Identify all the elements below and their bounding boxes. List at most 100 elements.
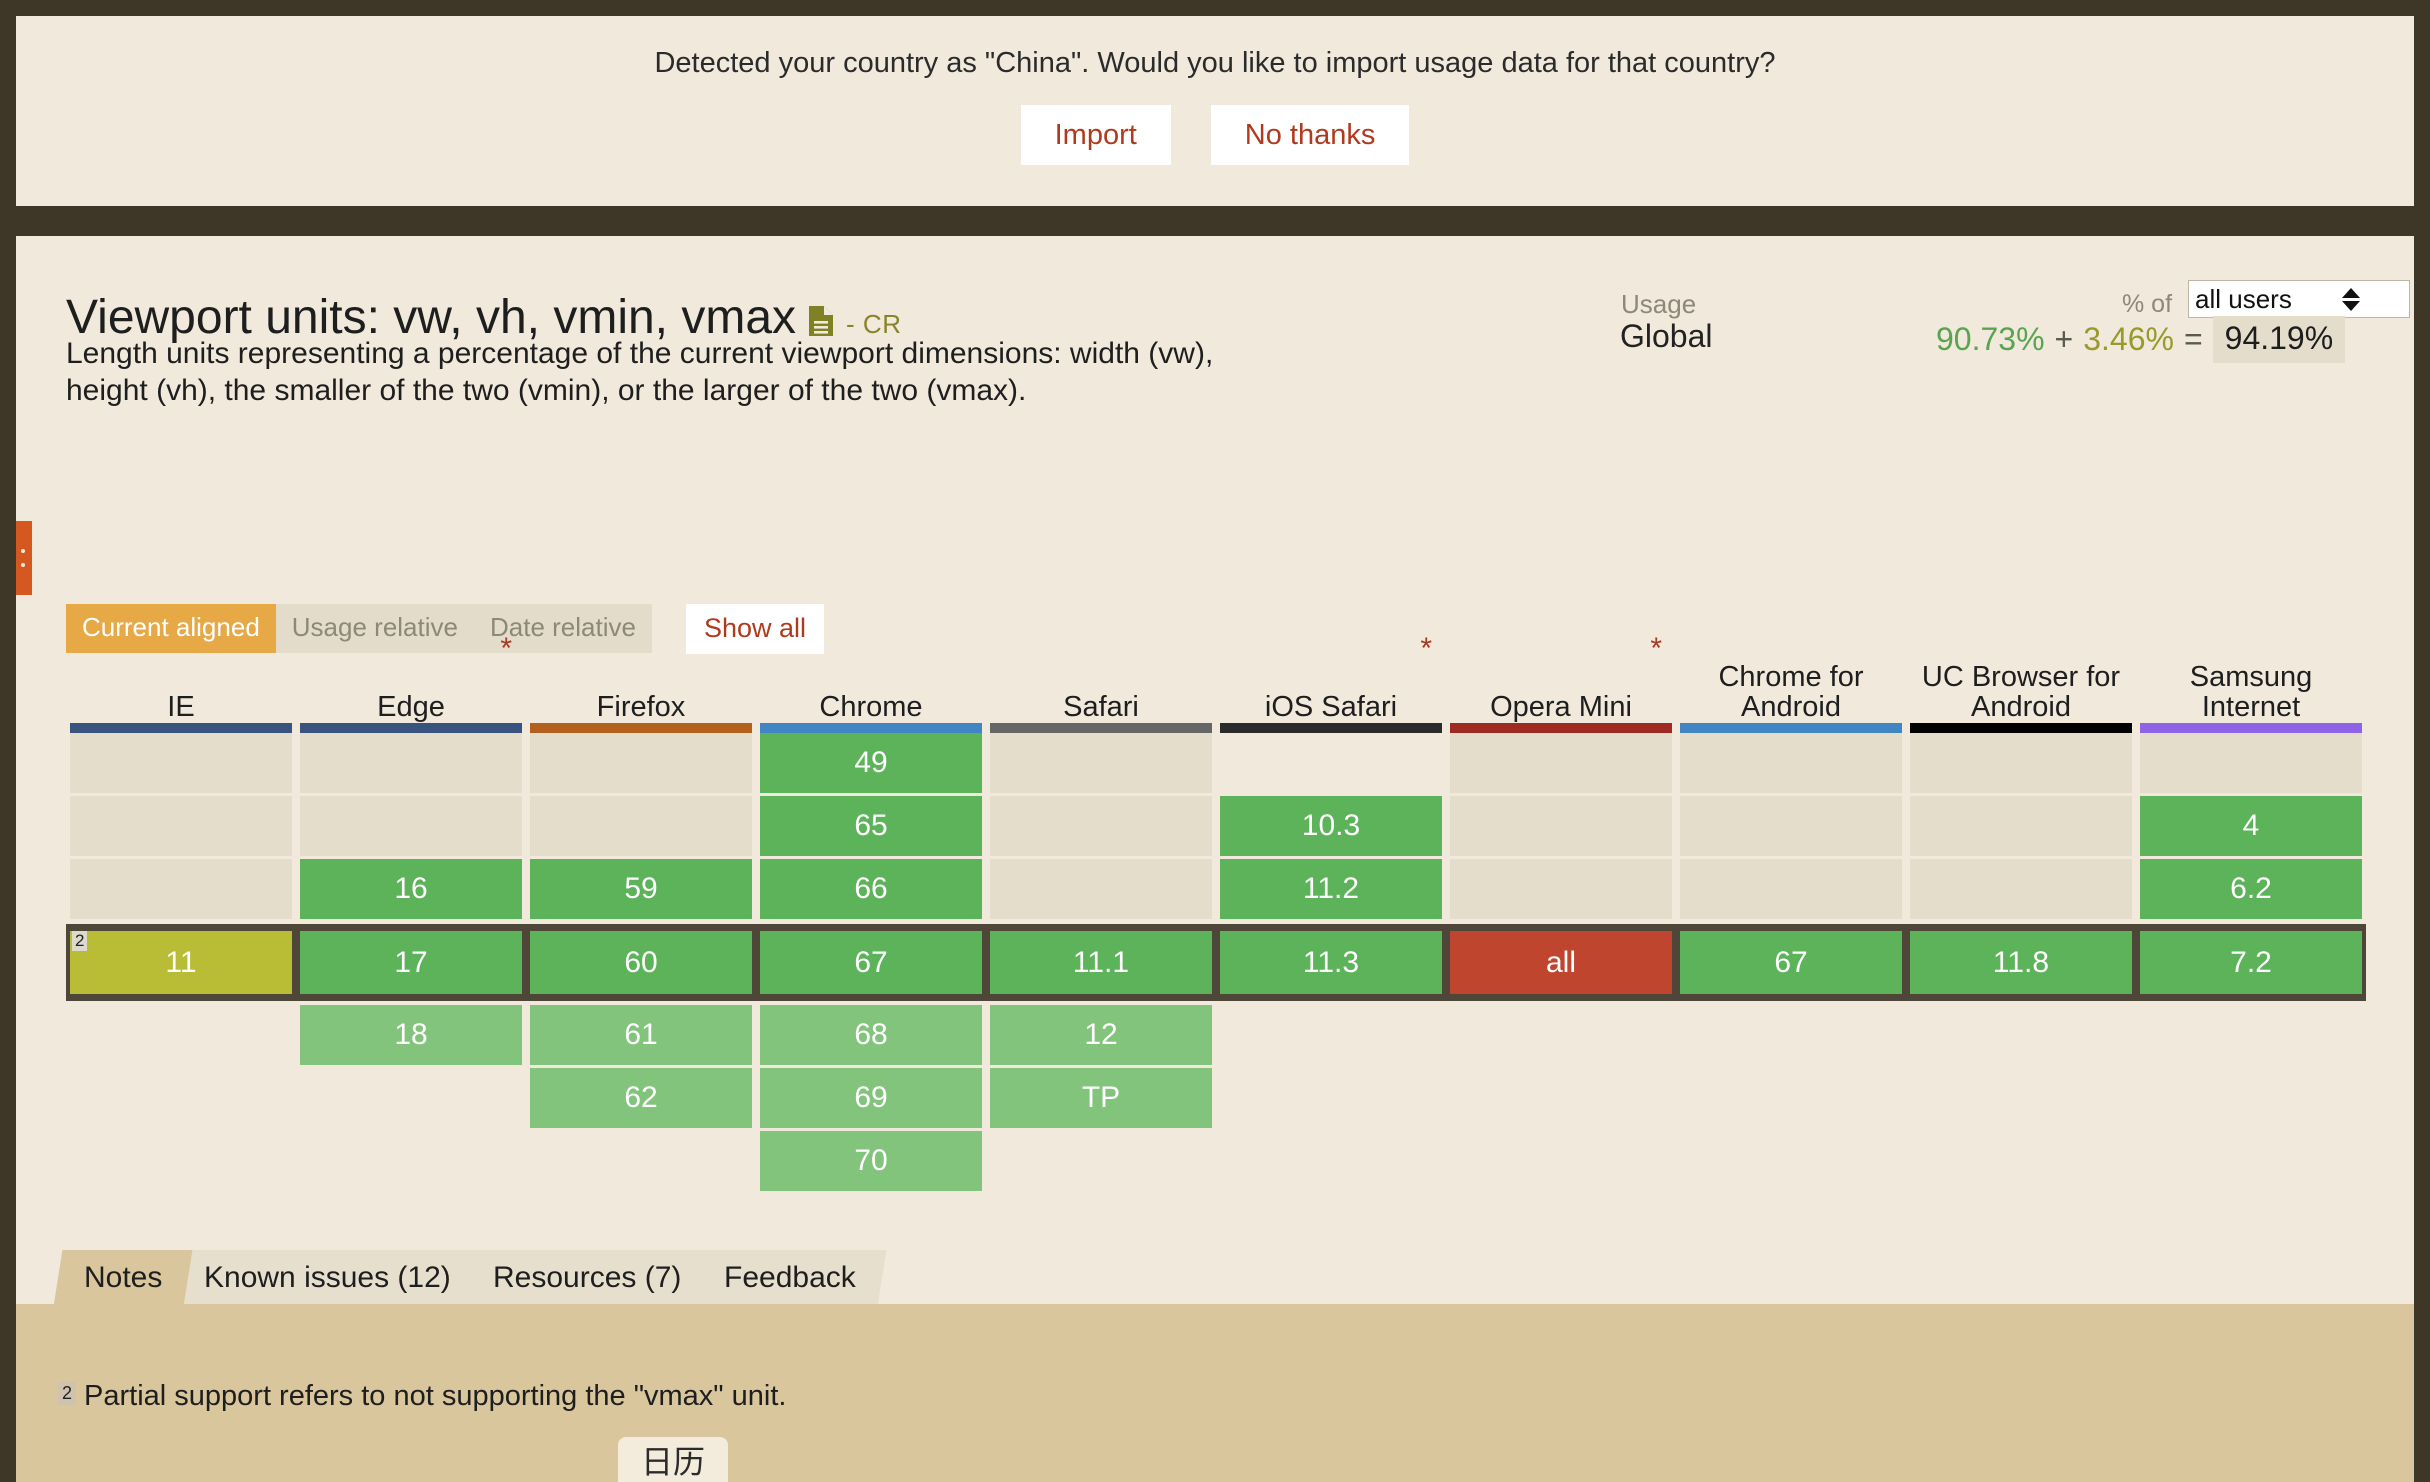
browser-name: Chrome xyxy=(819,691,923,724)
support-cell[interactable] xyxy=(1220,1068,1442,1128)
support-cell[interactable] xyxy=(530,796,752,856)
audience-select[interactable]: all users xyxy=(2188,280,2410,318)
support-cell[interactable] xyxy=(2140,1068,2362,1128)
support-cell[interactable]: 68 xyxy=(760,1005,982,1065)
support-cell[interactable]: 59 xyxy=(530,859,752,919)
browser-name: Edge xyxy=(377,691,445,724)
detail-tab-resources-7[interactable]: Resources (7) xyxy=(462,1250,713,1306)
support-cell[interactable]: 11.3 xyxy=(1220,931,1442,994)
footnote-asterisk-icon[interactable]: * xyxy=(500,633,512,665)
support-cell[interactable] xyxy=(1450,796,1672,856)
detail-tab-known-issues-12[interactable]: Known issues (12) xyxy=(173,1250,482,1306)
support-cell[interactable]: 60 xyxy=(530,931,752,994)
support-cell[interactable] xyxy=(1450,733,1672,793)
footnote-asterisk-icon[interactable]: * xyxy=(1650,633,1662,665)
support-cell[interactable]: 6.2 xyxy=(2140,859,2362,919)
support-cell[interactable] xyxy=(1910,796,2132,856)
support-cell[interactable] xyxy=(70,1005,292,1065)
support-cell[interactable]: 70 xyxy=(760,1131,982,1191)
support-cell[interactable] xyxy=(1910,733,2132,793)
support-cell[interactable] xyxy=(1450,1005,1672,1065)
side-feedback-tab[interactable] xyxy=(16,521,32,595)
support-cell[interactable] xyxy=(530,733,752,793)
country-import-notification: Detected your country as "China". Would … xyxy=(16,16,2414,206)
browser-column-header: Samsung Internet xyxy=(2136,651,2366,723)
support-cell[interactable] xyxy=(2140,1131,2362,1191)
support-cell[interactable]: 18 xyxy=(300,1005,522,1065)
browser-color-bar xyxy=(1450,723,1672,733)
support-cell[interactable]: 17 xyxy=(300,931,522,994)
support-cell[interactable] xyxy=(300,1131,522,1191)
support-cell[interactable] xyxy=(990,1131,1212,1191)
support-cell[interactable]: 12 xyxy=(990,1005,1212,1065)
support-cell[interactable]: 49 xyxy=(760,733,982,793)
support-cell[interactable] xyxy=(990,796,1212,856)
support-cell[interactable] xyxy=(1680,1068,1902,1128)
support-cell[interactable]: 16 xyxy=(300,859,522,919)
support-cell[interactable]: 7.2 xyxy=(2140,931,2362,994)
support-cell[interactable] xyxy=(1220,733,1442,793)
support-cell-version: TP xyxy=(1081,1081,1121,1114)
browser-column-header: Opera Mini * xyxy=(1446,633,1676,723)
support-cell[interactable] xyxy=(2140,1005,2362,1065)
support-cell[interactable] xyxy=(1450,1131,1672,1191)
support-cell[interactable]: 4 xyxy=(2140,796,2362,856)
support-cell[interactable] xyxy=(1910,859,2132,919)
support-cell[interactable] xyxy=(300,1068,522,1128)
support-cell[interactable]: all xyxy=(1450,931,1672,994)
import-button[interactable]: Import xyxy=(1020,104,1171,166)
support-cell[interactable] xyxy=(70,733,292,793)
support-cell[interactable]: 67 xyxy=(1680,931,1902,994)
support-cell[interactable] xyxy=(70,1068,292,1128)
view-mode-usage-relative[interactable]: Usage relative xyxy=(275,604,474,654)
support-cell[interactable] xyxy=(530,1131,752,1191)
support-cell[interactable]: 2 11 xyxy=(70,931,292,994)
show-all-button[interactable]: Show all xyxy=(686,604,825,655)
support-cell[interactable] xyxy=(1680,1131,1902,1191)
detail-tab-feedback[interactable]: Feedback xyxy=(693,1250,886,1306)
support-cell[interactable] xyxy=(1220,1005,1442,1065)
support-cell[interactable] xyxy=(1450,1068,1672,1128)
support-cell[interactable] xyxy=(1220,1131,1442,1191)
support-cell[interactable] xyxy=(1910,1068,2132,1128)
view-mode-current-aligned[interactable]: Current aligned xyxy=(66,604,276,654)
support-cell[interactable]: 66 xyxy=(760,859,982,919)
table-row: 62 69 TP xyxy=(66,1068,2366,1131)
support-cell[interactable]: 61 xyxy=(530,1005,752,1065)
note-text: Partial support refers to not supporting… xyxy=(84,1380,787,1412)
support-cell[interactable] xyxy=(1450,859,1672,919)
support-cell[interactable] xyxy=(1680,1005,1902,1065)
support-cell[interactable] xyxy=(1680,859,1902,919)
support-cell[interactable] xyxy=(70,796,292,856)
support-cell[interactable]: 10.3 xyxy=(1220,796,1442,856)
support-cell-version: all xyxy=(1545,945,1576,979)
support-cell[interactable] xyxy=(2140,733,2362,793)
support-cell[interactable]: 67 xyxy=(760,931,982,994)
support-cell[interactable]: 69 xyxy=(760,1068,982,1128)
side-tab-dot-icon xyxy=(21,563,25,567)
audience-select-value: all users xyxy=(2195,283,2292,314)
support-cell[interactable] xyxy=(990,733,1212,793)
support-cell[interactable] xyxy=(1910,1005,2132,1065)
browser-column-header: iOS Safari * xyxy=(1216,633,1446,723)
support-cell[interactable] xyxy=(1680,796,1902,856)
support-cell[interactable] xyxy=(990,859,1212,919)
support-cell[interactable] xyxy=(70,1131,292,1191)
support-cell[interactable]: 65 xyxy=(760,796,982,856)
support-cell[interactable]: 11.1 xyxy=(990,931,1212,994)
support-cell[interactable]: 11.2 xyxy=(1220,859,1442,919)
support-cell[interactable] xyxy=(300,796,522,856)
cell-footnote-marker[interactable]: 2 xyxy=(72,931,88,951)
support-cell[interactable]: 62 xyxy=(530,1068,752,1128)
support-cell[interactable] xyxy=(300,733,522,793)
footnote-asterisk-icon[interactable]: * xyxy=(1420,633,1432,665)
detail-tab-notes[interactable]: Notes xyxy=(53,1250,193,1306)
ime-candidate-popup[interactable]: 日历 xyxy=(618,1437,728,1482)
support-cell[interactable] xyxy=(1910,1131,2132,1191)
no-thanks-button[interactable]: No thanks xyxy=(1210,104,1410,166)
support-cell[interactable] xyxy=(1680,733,1902,793)
support-cell[interactable]: 11.8 xyxy=(1910,931,2132,994)
support-cell[interactable]: TP xyxy=(990,1068,1212,1128)
support-cell[interactable] xyxy=(70,859,292,919)
chevron-updown-icon xyxy=(2299,287,2403,311)
